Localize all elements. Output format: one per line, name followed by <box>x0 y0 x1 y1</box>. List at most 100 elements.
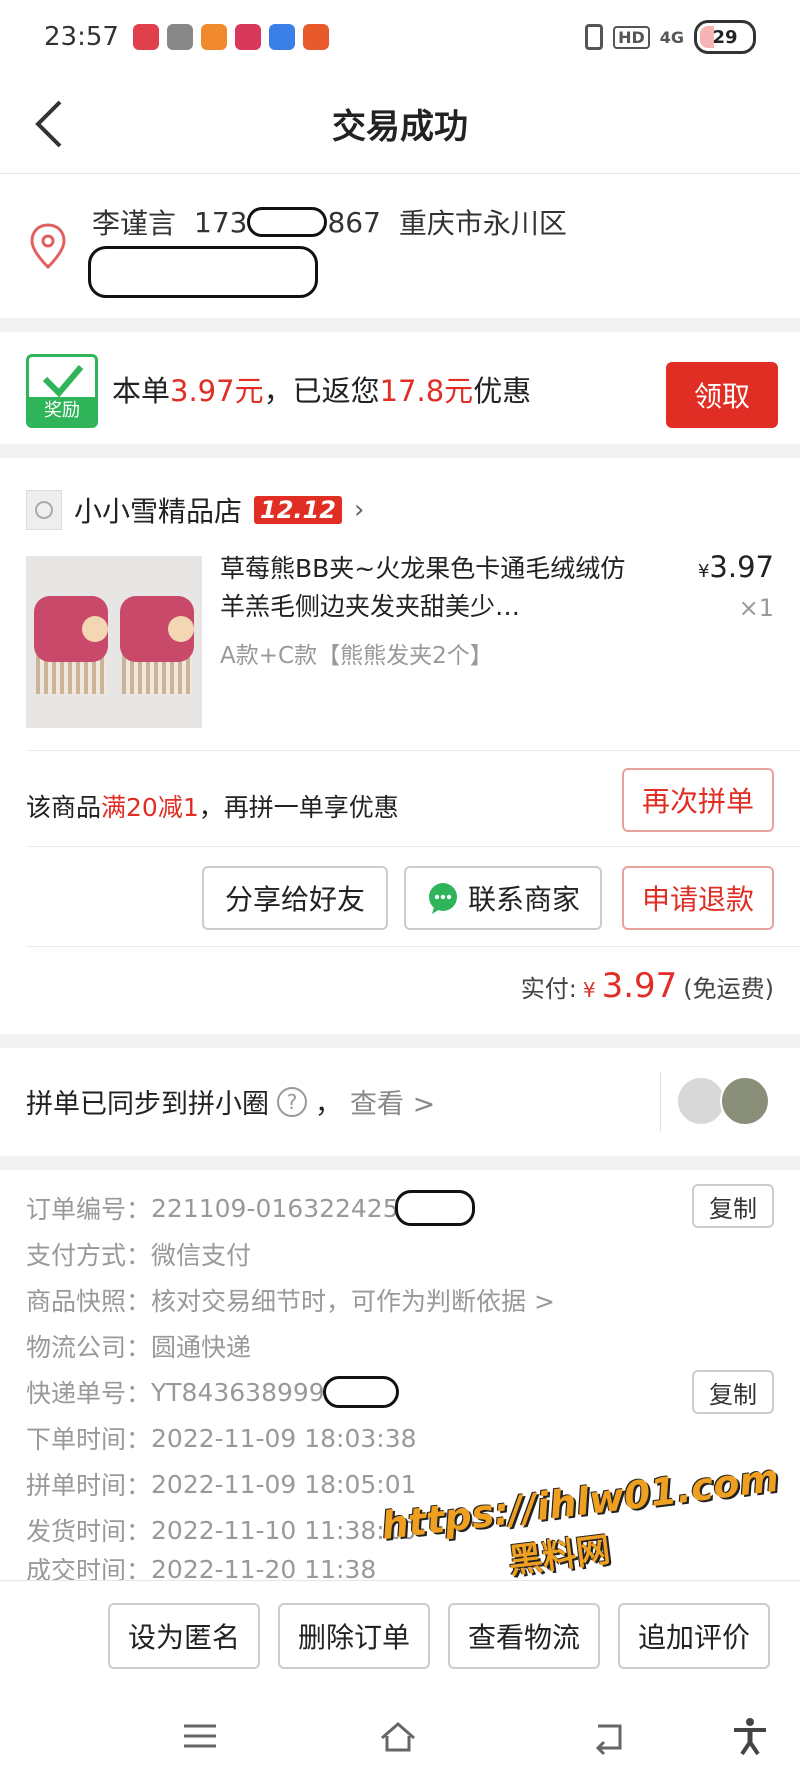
copy-order-button[interactable]: 复制 <box>692 1184 774 1228</box>
product-title[interactable]: 草莓熊BB夹~火龙果色卡通毛绒绒仿羊羔毛侧边夹发夹甜美少… <box>220 550 640 626</box>
network-label: 4G <box>659 27 684 47</box>
price-value: 3.97 <box>709 550 774 584</box>
ship-time: 2022-11-10 11:38:10 <box>151 1515 417 1545</box>
copy-tracking-button[interactable]: 复制 <box>692 1370 774 1414</box>
product-variant: A款+C款【熊熊发夹2个】 <box>220 643 493 669</box>
ship-time-row: 发货时间： 2022-11-10 11:38:10 <box>26 1512 417 1548</box>
promo-prefix: 该商品 <box>26 793 102 822</box>
group-time-row: 拼单时间： 2022-11-09 18:05:01 <box>26 1466 417 1502</box>
logistics-company: 圆通快递 <box>151 1333 252 1362</box>
battery-level: 29 <box>712 26 738 48</box>
contact-seller-label: 联系商家 <box>467 883 580 916</box>
avatar <box>676 1076 726 1126</box>
phone-suffix: 867 <box>327 205 381 239</box>
chevron-right-icon: › <box>353 495 365 525</box>
app-notification-icon <box>200 24 227 50</box>
reward-middle: ，已返您 <box>263 374 380 408</box>
page-title: 交易成功 <box>332 107 468 147</box>
regroup-button[interactable]: 再次拼单 <box>622 768 774 832</box>
divider <box>660 1072 661 1132</box>
back-icon[interactable] <box>590 1716 630 1756</box>
product-image[interactable] <box>26 556 202 728</box>
tracking-number: YT843638999 <box>151 1377 325 1407</box>
payment-total: 实付: ¥ 3.97 (免运费) <box>521 966 774 1006</box>
detail-label: 拼单时间： <box>26 1471 152 1500</box>
contact-seller-button[interactable]: 联系商家 <box>404 866 602 930</box>
wechat-notification-icon <box>166 24 193 50</box>
shop-header[interactable]: 小小雪精品店 12.12 › <box>26 488 364 532</box>
chevron-left-icon[interactable] <box>30 98 70 150</box>
nav-bar: 交易成功 <box>0 74 800 174</box>
address-district: 重庆市永川区 <box>398 207 567 240</box>
system-nav-bar <box>0 1690 800 1780</box>
status-bar: 23:57 HD 4G 29 <box>0 0 800 74</box>
app-notification-icon <box>132 24 159 50</box>
detail-label: 物流公司： <box>26 1333 152 1362</box>
recipient-name: 李谨言 <box>92 207 177 240</box>
tracking-row: 快递单号： YT843638999 <box>26 1374 399 1410</box>
refund-button[interactable]: 申请退款 <box>622 866 774 930</box>
shop-name: 小小雪精品店 <box>74 495 243 528</box>
reward-text: 本单3.97元，已返您17.8元优惠 <box>112 368 531 410</box>
help-icon[interactable]: ? <box>277 1086 307 1117</box>
share-button[interactable]: 分享给好友 <box>202 866 388 930</box>
reward-discount: 17.8元 <box>379 374 474 408</box>
detail-label: 支付方式： <box>26 1241 152 1270</box>
redaction-mask <box>322 1376 399 1408</box>
payment-note: (免运费) <box>683 975 774 1003</box>
group-sync-row[interactable]: 拼单已同步到拼小圈 ? ， 查看 > <box>0 1048 800 1156</box>
deal-time-row: 成交时间： 2022-11-20 11:38 <box>26 1558 376 1580</box>
detail-label: 下单时间： <box>26 1425 152 1454</box>
menu-icon[interactable] <box>180 1716 220 1756</box>
phone-prefix: 173 <box>194 205 248 239</box>
promo-text: 该商品满20减1，再拼一单享优惠 <box>26 788 399 824</box>
home-icon[interactable] <box>378 1716 418 1756</box>
divider <box>26 846 800 847</box>
reward-badge: 奖励 <box>26 354 98 428</box>
claim-button[interactable]: 领取 <box>666 362 778 428</box>
avatar <box>720 1076 770 1126</box>
order-time: 2022-11-09 18:03:38 <box>151 1423 417 1453</box>
app-notification-icon <box>234 24 261 50</box>
anonymous-button[interactable]: 设为匿名 <box>108 1603 260 1669</box>
product-quantity: ×1 <box>738 594 774 622</box>
product-price: ¥3.97 <box>698 550 774 584</box>
divider <box>26 750 800 751</box>
delete-order-button[interactable]: 删除订单 <box>278 1603 430 1669</box>
bottom-action-bar: 设为匿名 删除订单 查看物流 追加评价 <box>0 1580 800 1690</box>
view-link[interactable]: 查看 > <box>350 1082 435 1121</box>
snapshot-link[interactable]: 核对交易细节时，可作为判断依据 > <box>151 1282 555 1318</box>
payment-amount: 3.97 <box>601 966 678 1006</box>
chat-bubble-icon <box>428 883 457 914</box>
payment-currency: ¥ <box>582 978 596 1002</box>
order-time-row: 下单时间： 2022-11-09 18:03:38 <box>26 1420 417 1456</box>
app-notification-icon <box>268 24 295 50</box>
detail-label: 发货时间： <box>26 1517 152 1546</box>
group-time: 2022-11-09 18:05:01 <box>151 1469 417 1499</box>
sync-label: 拼单已同步到拼小圈 <box>26 1089 269 1120</box>
app-notification-icon <box>302 24 329 50</box>
reward-prefix: 本单 <box>112 374 171 408</box>
track-logistics-button[interactable]: 查看物流 <box>448 1603 600 1669</box>
deal-time: 2022-11-20 11:38 <box>151 1558 377 1580</box>
hd-icon: HD <box>613 25 650 49</box>
add-review-button[interactable]: 追加评价 <box>618 1603 770 1669</box>
detail-label: 订单编号： <box>26 1195 152 1224</box>
shipping-address[interactable]: 李谨言 173 867 重庆市永川区 <box>0 174 800 318</box>
detail-label: 成交时间： <box>26 1558 152 1580</box>
reward-badge-label: 奖励 <box>29 397 95 425</box>
status-time: 23:57 <box>44 22 119 52</box>
shop-logo <box>26 490 62 530</box>
accessibility-icon[interactable] <box>730 1716 770 1756</box>
promo-tag: 12.12 <box>254 496 342 524</box>
promo-suffix: ，再拼一单享优惠 <box>198 793 399 822</box>
checkmark-icon <box>42 365 84 398</box>
detail-label: 快递单号： <box>26 1379 152 1408</box>
detail-label: 商品快照： <box>26 1287 152 1316</box>
notification-icons <box>132 24 329 50</box>
reward-amount: 3.97元 <box>170 374 264 408</box>
order-card: 小小雪精品店 12.12 › 草莓熊BB夹~火龙果色卡通毛绒绒仿羊羔毛侧边夹发夹… <box>0 458 800 1034</box>
snapshot-row[interactable]: 商品快照： 核对交易细节时，可作为判断依据 > <box>26 1282 555 1318</box>
reward-banner: 奖励 本单3.97元，已返您17.8元优惠 领取 <box>0 332 800 444</box>
logistics-row: 物流公司： 圆通快递 <box>26 1328 251 1364</box>
